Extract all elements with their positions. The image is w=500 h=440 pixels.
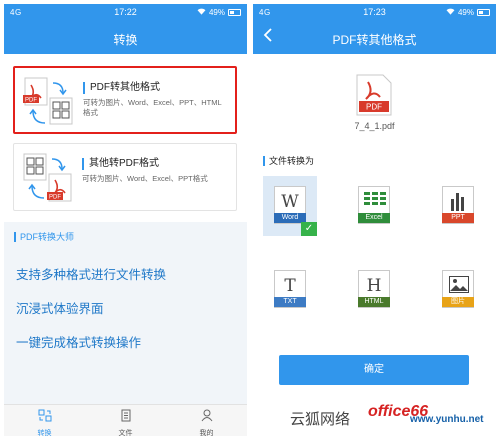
format-label: Excel (358, 213, 390, 223)
check-icon: ✓ (301, 222, 317, 236)
convert-icon (38, 409, 52, 426)
person-icon (201, 409, 213, 426)
other-to-pdf-card[interactable]: PDF 其他转PDF格式 可转为图片、Word、Excel、PPT格式 (13, 143, 237, 211)
card-description: 可转为图片、Word、Excel、PPT格式 (82, 174, 208, 183)
tab-convert[interactable]: 转换 (4, 405, 85, 436)
feature-item: 沉浸式体验界面 (16, 302, 104, 316)
txt-icon: T (284, 276, 296, 296)
feature-item: 一键完成格式转换操作 (16, 336, 142, 350)
section-heading: PDF转换大师 (14, 232, 247, 242)
status-bar: 4G 17:22 49% (4, 4, 247, 22)
tab-mine[interactable]: 我的 (166, 405, 247, 436)
html-icon: H (366, 276, 382, 296)
file-name: 7_4_1.pdf (354, 121, 395, 131)
section-heading: 文件转换为 (263, 156, 314, 166)
format-label: TXT (274, 297, 306, 307)
wifi-icon (446, 8, 455, 17)
battery-percent: 49% (208, 8, 225, 17)
format-label: 图片 (442, 297, 474, 307)
excel-icon (364, 192, 386, 205)
card-description: 可转为图片、Word、Excel、PPT、HTML格式 (83, 98, 222, 117)
wifi-icon (197, 8, 206, 17)
status-bar: 4G 17:23 49% (253, 4, 496, 22)
format-word[interactable]: W Word ✓ (263, 176, 317, 236)
bottom-tab-bar: 转换 文件 我的 (4, 404, 247, 436)
file-icon (120, 409, 132, 426)
file-badge: PDF (366, 103, 382, 112)
title-bar: PDF转其他格式 (253, 22, 496, 54)
format-html[interactable]: H HTML (347, 260, 401, 320)
card-badge: PDF (25, 98, 37, 104)
format-image[interactable]: 图片 (431, 260, 485, 320)
title-bar: 转换 (4, 22, 247, 54)
page-title: PDF转其他格式 (332, 33, 417, 47)
format-excel[interactable]: Excel (347, 176, 401, 236)
format-label: PPT (442, 213, 474, 223)
ppt-chart-icon (451, 193, 464, 211)
confirm-button[interactable]: 确定 (279, 355, 469, 385)
watermark-site: www.yunhu.net (410, 414, 484, 425)
battery-icon (228, 9, 241, 16)
word-icon: W (281, 192, 299, 212)
page-title: 转换 (113, 33, 138, 47)
battery-percent: 49% (457, 8, 474, 17)
format-ppt[interactable]: PPT (431, 176, 485, 236)
pdf-to-other-icon: PDF (23, 75, 75, 127)
tab-file[interactable]: 文件 (85, 405, 166, 436)
card-title: PDF转其他格式 (83, 82, 229, 94)
tab-label: 转换 (37, 430, 52, 436)
image-icon (449, 276, 469, 293)
watermark-text: 云狐网络 (290, 410, 351, 428)
other-to-pdf-icon: PDF (22, 151, 74, 203)
pdf-to-other-screen: 4G 17:23 49% PDF转其他格式 PDF 7_4_1.pdf 文件转换… (253, 4, 496, 436)
card-title: 其他转PDF格式 (82, 158, 230, 170)
card-badge: PDF (49, 195, 61, 201)
convert-screen: 4G 17:22 49% 转换 PDF PDF转其他格式 可转为图片、Word、… (4, 4, 247, 436)
battery-icon (477, 9, 490, 16)
feature-item: 支持多种格式进行文件转换 (16, 268, 167, 282)
format-txt[interactable]: T TXT (263, 260, 317, 320)
tab-label: 文件 (118, 430, 133, 436)
format-label: HTML (358, 297, 390, 307)
pdf-to-other-card[interactable]: PDF PDF转其他格式 可转为图片、Word、Excel、PPT、HTML格式 (13, 66, 237, 134)
pdf-file-icon: PDF (356, 74, 392, 116)
tab-label: 我的 (199, 430, 214, 436)
pdf-master-section: PDF转换大师 支持多种格式进行文件转换 沉浸式体验界面 一键完成格式转换操作 (4, 222, 247, 404)
